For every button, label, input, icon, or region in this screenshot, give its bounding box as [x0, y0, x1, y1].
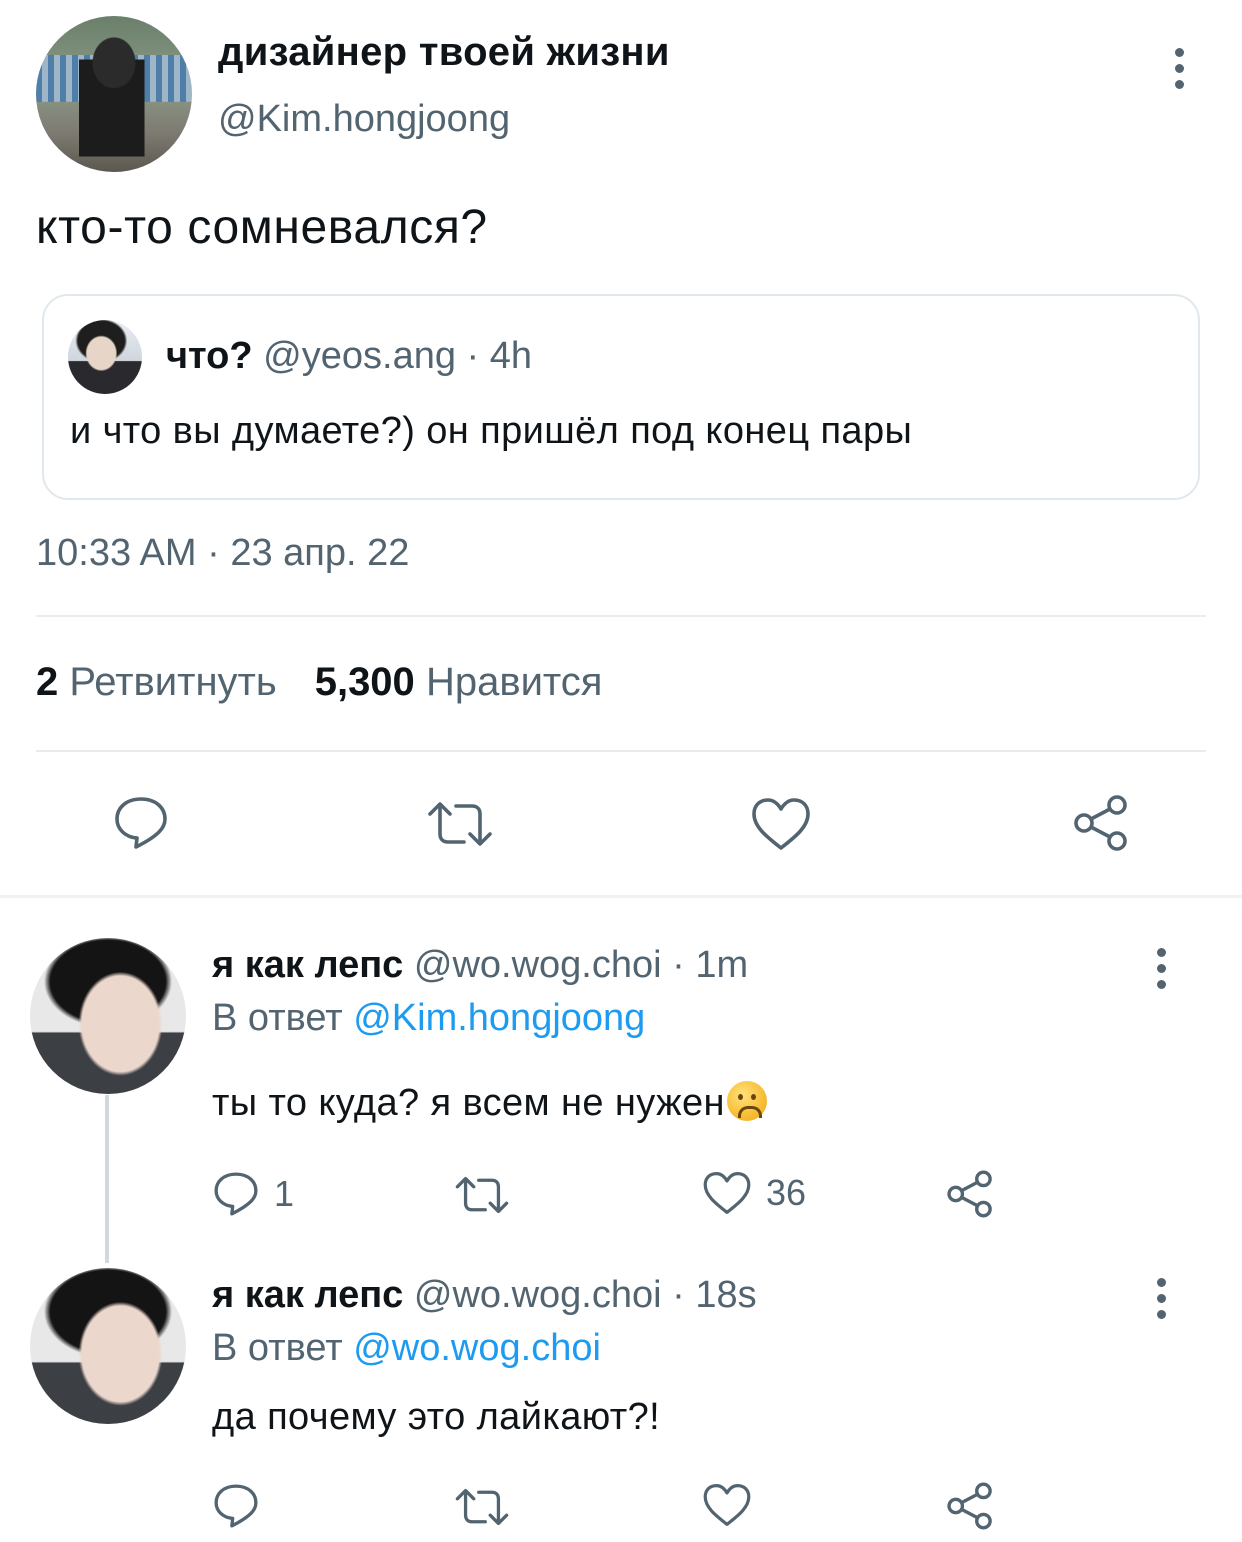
likes-label[interactable]: Нравится [426, 660, 603, 704]
section-divider [0, 895, 1242, 898]
retweet-arrows-icon [455, 1176, 509, 1214]
reply-to-line: В ответ @Kim.hongjoong [212, 997, 645, 1040]
speech-bubble-icon [214, 1172, 258, 1216]
tweet-stats: 2 Ретвитнуть 5,300 Нравится [36, 660, 602, 705]
retweet-button[interactable] [454, 1172, 510, 1218]
more-options-icon[interactable] [1169, 48, 1189, 89]
heart-icon [703, 1172, 751, 1214]
reply-to-line: В ответ @wo.wog.choi [212, 1327, 601, 1370]
reply-to-mention[interactable]: @wo.wog.choi [353, 1327, 601, 1369]
reply-button[interactable] [112, 794, 170, 852]
thread-line [105, 1095, 109, 1263]
quoted-author-handle-time: @yeos.ang · 4h [263, 335, 533, 377]
tweet-timestamp[interactable]: 10:33 AM · 23 апр. 22 [36, 532, 409, 575]
reply-header: я как лепс @wo.wog.choi · 18s [212, 1274, 757, 1317]
speech-bubble-icon [115, 797, 167, 849]
tweet-text: кто-то сомневался? [36, 201, 488, 254]
share-button[interactable] [944, 1168, 996, 1220]
retweet-button[interactable] [426, 796, 494, 852]
reply-to-prefix: В ответ [212, 997, 343, 1039]
share-button[interactable] [1070, 792, 1132, 854]
retweet-button[interactable] [454, 1484, 510, 1530]
quoted-author-name: что? [166, 335, 253, 377]
share-nodes-icon [947, 1170, 992, 1218]
reply-author-name[interactable]: я как лепс [212, 1274, 403, 1316]
like-button[interactable] [702, 1482, 752, 1528]
share-nodes-icon [1074, 795, 1127, 851]
retweets-count[interactable]: 2 [36, 660, 58, 704]
divider [36, 615, 1206, 617]
more-options-icon[interactable] [1151, 1278, 1171, 1319]
reply-author-avatar[interactable] [30, 938, 186, 1094]
frowning-face-emoji-icon [726, 1081, 767, 1121]
author-handle[interactable]: @Kim.hongjoong [218, 98, 510, 141]
reply-text: ты то куда? я всем не нужен [212, 1082, 725, 1124]
reply-button[interactable] [212, 1482, 260, 1530]
reply-author-handle-time: @wo.wog.choi · 18s [413, 1274, 757, 1316]
retweet-arrows-icon [428, 802, 492, 846]
heart-icon [703, 1484, 751, 1526]
like-button[interactable] [750, 796, 812, 852]
quoted-author-avatar [68, 320, 142, 394]
reply-to-mention[interactable]: @Kim.hongjoong [353, 997, 645, 1039]
author-display-name[interactable]: дизайнер твоей жизни [218, 30, 670, 75]
speech-bubble-icon [214, 1484, 258, 1528]
more-options-icon[interactable] [1151, 948, 1171, 989]
reply-count: 1 [274, 1173, 295, 1214]
retweet-arrows-icon [455, 1488, 509, 1526]
reply-author-avatar[interactable] [30, 1268, 186, 1424]
quoted-tweet-header: что? @yeos.ang · 4h [166, 335, 532, 378]
heart-icon [752, 798, 810, 850]
reply-to-prefix: В ответ [212, 1327, 343, 1369]
likes-count[interactable]: 5,300 [315, 660, 415, 704]
reply-header: я как лепс @wo.wog.choi · 1m [212, 944, 748, 987]
like-count: 36 [766, 1172, 807, 1213]
divider [36, 750, 1206, 752]
quoted-tweet-card[interactable] [42, 294, 1200, 500]
reply-text: да почему это лайкают?! [212, 1396, 661, 1438]
like-button[interactable]: 36 [702, 1170, 806, 1216]
reply-text-container: ты то куда? я всем не нужен [212, 1081, 767, 1125]
reply-button[interactable]: 1 [212, 1170, 294, 1218]
share-button[interactable] [944, 1480, 996, 1532]
retweets-label[interactable]: Ретвитнуть [69, 660, 276, 704]
author-avatar[interactable] [36, 16, 192, 172]
reply-author-handle-time: @wo.wog.choi · 1m [413, 944, 749, 986]
reply-author-name[interactable]: я как лепс [212, 944, 403, 986]
share-nodes-icon [947, 1482, 992, 1530]
quoted-tweet-text: и что вы думаете?) он пришёл под конец п… [70, 410, 913, 452]
